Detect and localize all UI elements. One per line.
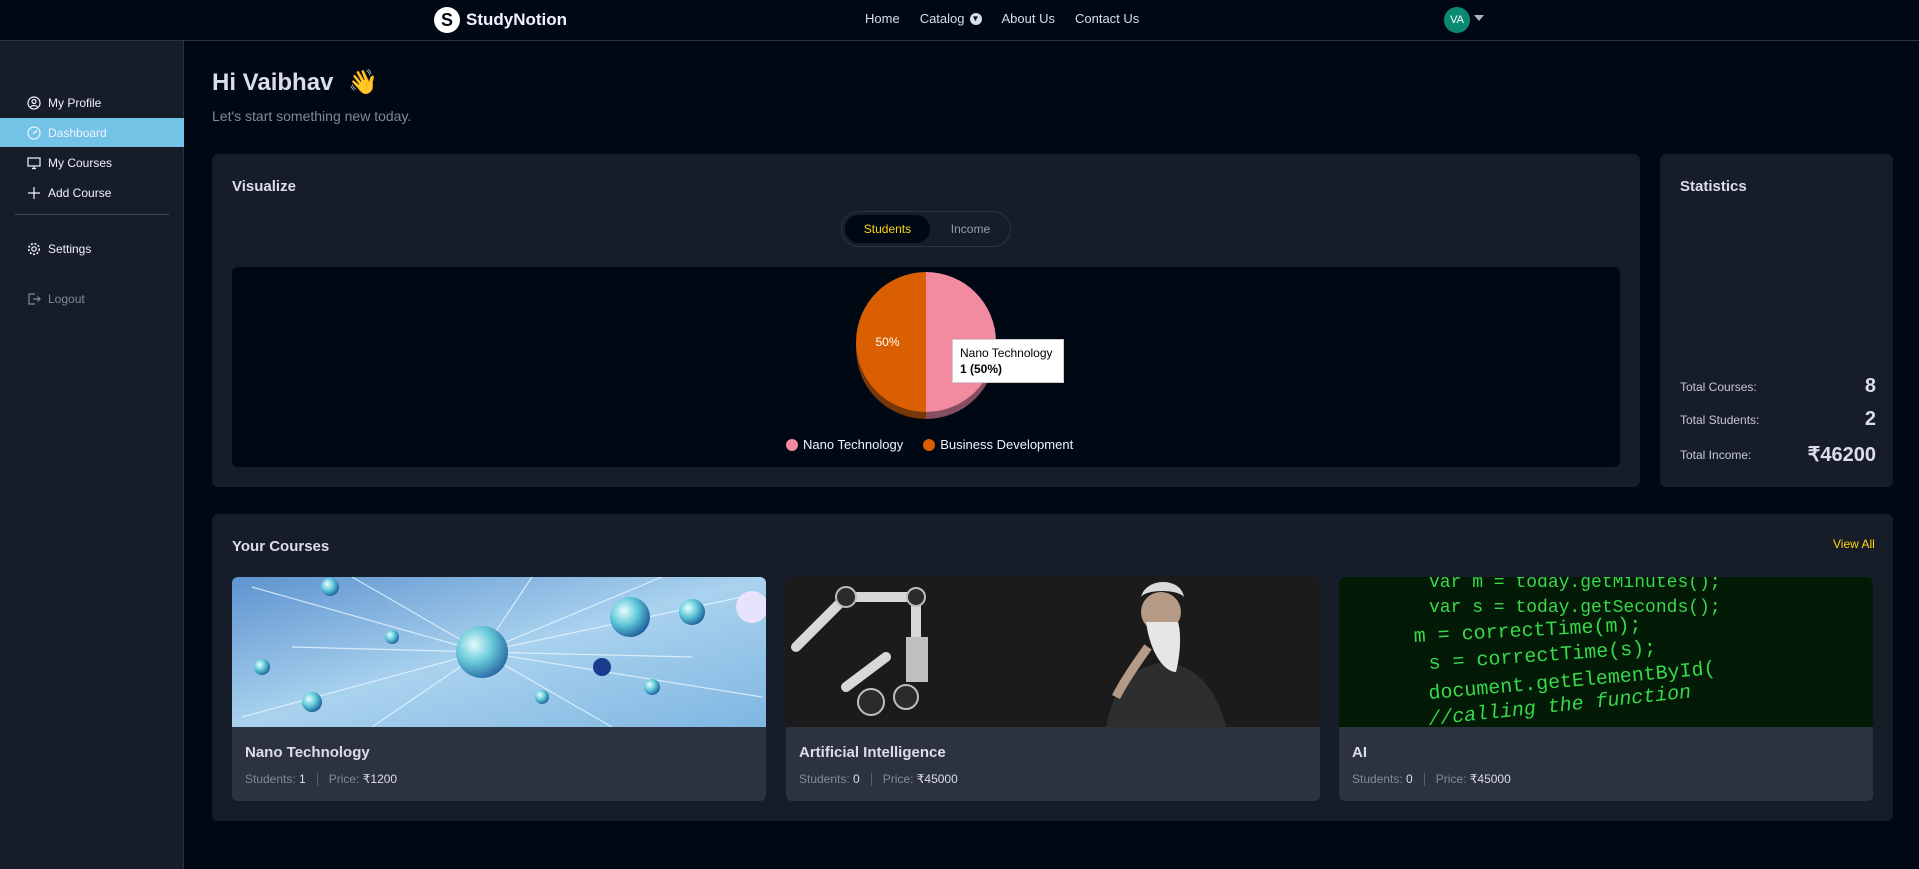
greeting-title: Hi Vaibhav bbox=[212, 69, 334, 96]
course-title: Artificial Intelligence bbox=[799, 744, 946, 761]
course-title: AI bbox=[1352, 744, 1367, 761]
chart-legend: Nano Technology Business Development bbox=[786, 437, 1073, 452]
sidebar-item-label: Settings bbox=[48, 241, 92, 256]
gear-icon bbox=[27, 242, 41, 256]
students-value: 0 bbox=[1406, 772, 1413, 786]
legend-label: Nano Technology bbox=[803, 437, 904, 452]
user-circle-icon bbox=[27, 95, 41, 110]
stat-label: Total Courses: bbox=[1680, 379, 1757, 394]
sidebar-item-settings[interactable]: Settings bbox=[0, 234, 184, 263]
students-label: Students: bbox=[245, 772, 296, 786]
stat-value: 2 bbox=[1864, 408, 1876, 430]
students-value: 0 bbox=[853, 772, 860, 786]
legend-swatch bbox=[786, 438, 798, 451]
sidebar-item-logout[interactable]: Logout bbox=[0, 284, 184, 313]
course-thumbnail-code: var m = today.getMinutes(); var s = toda… bbox=[1339, 577, 1873, 727]
sidebar-item-my-profile[interactable]: My Profile bbox=[0, 88, 184, 117]
price-label: Price: bbox=[328, 772, 360, 786]
stat-total-students: Total Students: 2 bbox=[1680, 408, 1876, 431]
toggle-students[interactable]: Students bbox=[845, 215, 930, 243]
logo-mark-icon: S bbox=[434, 7, 460, 33]
legend-item-business[interactable]: Business Development bbox=[923, 437, 1073, 452]
slice-percent-label: 50% bbox=[875, 335, 899, 349]
code-line: var m = today.getMinutes(); bbox=[1429, 577, 1721, 593]
course-thumbnail-robot-and-man bbox=[786, 577, 1320, 727]
sidebar-item-label: Logout bbox=[48, 291, 85, 306]
greeting-subtitle: Let's start something new today. bbox=[212, 108, 412, 124]
students-value: 1 bbox=[299, 772, 306, 786]
course-title: Nano Technology bbox=[245, 744, 370, 761]
course-card-artificial-intelligence[interactable]: Artificial Intelligence Students: 0 Pric… bbox=[786, 577, 1320, 801]
page-title: Hi Vaibhav 👋 bbox=[212, 68, 378, 97]
stat-value: 8 bbox=[1864, 375, 1876, 397]
chart-toggle: Students Income bbox=[841, 211, 1011, 247]
stat-label: Total Students: bbox=[1680, 412, 1760, 427]
nav-link-catalog[interactable]: Catalog ▼ bbox=[920, 11, 982, 26]
course-meta: Students: 1 Price: ₹1200 bbox=[245, 772, 397, 786]
stat-total-income: Total Income: ₹46200 bbox=[1680, 442, 1876, 467]
price-value: ₹1200 bbox=[362, 772, 398, 786]
price-label: Price: bbox=[882, 772, 914, 786]
meta-divider bbox=[870, 772, 872, 786]
legend-swatch bbox=[923, 438, 936, 451]
nav-link-catalog-label: Catalog bbox=[919, 11, 965, 26]
price-value: ₹45000 bbox=[916, 772, 958, 786]
statistics-title: Statistics bbox=[1680, 178, 1747, 195]
course-meta: Students: 0 Price: ₹45000 bbox=[799, 772, 958, 786]
toggle-income[interactable]: Income bbox=[934, 215, 1007, 243]
course-card-ai[interactable]: var m = today.getMinutes(); var s = toda… bbox=[1339, 577, 1873, 801]
sidebar-item-my-courses[interactable]: My Courses bbox=[0, 148, 184, 177]
meta-divider bbox=[1423, 772, 1425, 786]
monitor-icon bbox=[27, 156, 41, 170]
nav-link-contact[interactable]: Contact Us bbox=[1075, 11, 1139, 26]
view-all-link[interactable]: View All bbox=[1833, 537, 1875, 551]
sidebar-item-label: Add Course bbox=[48, 185, 112, 200]
nav-link-home[interactable]: Home bbox=[865, 11, 900, 26]
visualize-title: Visualize bbox=[232, 178, 296, 195]
sidebar-item-add-course[interactable]: Add Course bbox=[0, 178, 184, 207]
code-line: var s = today.getSeconds(); bbox=[1429, 598, 1721, 618]
avatar[interactable]: VA bbox=[1444, 7, 1470, 33]
chevron-down-icon: ▼ bbox=[969, 12, 982, 25]
price-label: Price: bbox=[1435, 772, 1467, 786]
stat-total-courses: Total Courses: 8 bbox=[1680, 375, 1876, 398]
sidebar: My Profile Dashboard My Courses Add Cour… bbox=[0, 41, 184, 869]
students-label: Students: bbox=[799, 772, 850, 786]
stat-label: Total Income: bbox=[1680, 447, 1752, 462]
sidebar-divider bbox=[15, 214, 169, 215]
your-courses-title: Your Courses bbox=[232, 538, 330, 555]
students-label: Students: bbox=[1352, 772, 1403, 786]
stat-value: ₹46200 bbox=[1807, 444, 1876, 466]
brand-name: StudyNotion bbox=[466, 10, 568, 29]
legend-label: Business Development bbox=[940, 437, 1074, 452]
course-thumbnail-molecules bbox=[232, 577, 766, 727]
dashboard-gauge-icon bbox=[27, 125, 41, 140]
price-value: ₹45000 bbox=[1469, 772, 1511, 786]
tooltip-value: 1 (50%) bbox=[960, 362, 1003, 376]
plus-icon bbox=[27, 186, 41, 200]
sidebar-item-label: My Courses bbox=[48, 155, 113, 170]
logout-icon bbox=[27, 292, 41, 306]
caret-down-icon[interactable] bbox=[1474, 15, 1484, 21]
chart-tooltip: Nano Technology 1 (50%) bbox=[952, 339, 1064, 383]
legend-item-nano[interactable]: Nano Technology bbox=[786, 437, 903, 452]
course-meta: Students: 0 Price: ₹45000 bbox=[1352, 772, 1511, 786]
tooltip-label: Nano Technology bbox=[960, 346, 1053, 360]
course-card-nano-technology[interactable]: Nano Technology Students: 1 Price: ₹1200 bbox=[232, 577, 766, 801]
waving-hand-icon: 👋 bbox=[348, 69, 378, 96]
logo[interactable]: S StudyNotion bbox=[434, 7, 567, 33]
sidebar-item-dashboard[interactable]: Dashboard bbox=[0, 118, 184, 147]
nav-link-about[interactable]: About Us bbox=[1002, 11, 1055, 26]
sidebar-item-label: My Profile bbox=[48, 95, 102, 110]
sidebar-item-label: Dashboard bbox=[48, 125, 107, 140]
meta-divider bbox=[316, 772, 318, 786]
top-navbar: S StudyNotion Home Catalog ▼ About Us Co… bbox=[0, 0, 1919, 41]
nav-links: Home Catalog ▼ About Us Contact Us bbox=[865, 11, 1139, 26]
statistics-card bbox=[1660, 154, 1893, 487]
